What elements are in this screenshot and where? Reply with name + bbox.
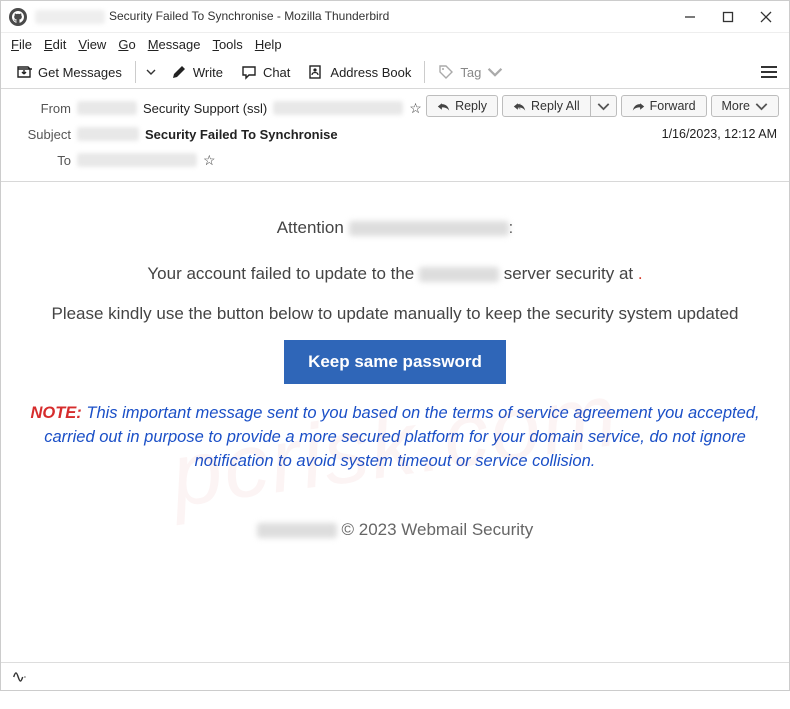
chat-button[interactable]: Chat [234,60,297,84]
reply-icon [437,100,450,113]
footer-line: © 2023 Webmail Security [15,520,775,540]
redacted-text [349,221,509,236]
note-label: NOTE: [30,404,81,422]
from-label: From [11,101,71,116]
redacted-text [77,101,137,115]
from-name: Security Support (ssl) [143,101,267,116]
message-actions: Reply Reply All Forward More [426,95,779,117]
app-icon [9,8,27,26]
attention-line: Attention : [15,218,775,238]
tag-icon [438,64,454,80]
keep-password-button[interactable]: Keep same password [284,340,506,384]
reply-all-dropdown[interactable] [591,95,617,117]
menu-tools[interactable]: Tools [212,37,242,52]
reply-button[interactable]: Reply [426,95,498,117]
get-messages-button[interactable]: Get Messages [9,60,129,84]
window-controls [683,10,781,24]
app-window: Security Failed To Synchronise - Mozilla… [0,0,790,691]
more-button[interactable]: More [711,95,779,117]
menu-file[interactable]: File [11,37,32,52]
divider [424,61,425,83]
redacted-text [257,523,337,538]
forward-icon [632,100,645,113]
redacted-domain [35,10,105,24]
message-body: pcrisk.com Attention : Your account fail… [1,182,789,662]
address-book-icon [308,64,324,80]
menu-message[interactable]: Message [148,37,201,52]
chat-icon [241,64,257,80]
to-label: To [11,153,71,168]
menu-help[interactable]: Help [255,37,282,52]
chevron-down-icon [755,100,768,113]
note-block: NOTE: This important message sent to you… [15,402,775,474]
menubar: File Edit View Go Message Tools Help [1,33,789,56]
divider [135,61,136,83]
body-line-2: Your account failed to update to the ser… [15,264,775,284]
reply-all-button[interactable]: Reply All [502,95,617,117]
write-button[interactable]: Write [164,60,230,84]
menu-go[interactable]: Go [118,37,135,52]
redacted-text [273,101,403,115]
titlebar: Security Failed To Synchronise - Mozilla… [1,1,789,33]
subject-text: Security Failed To Synchronise [145,127,338,142]
pencil-icon [171,64,187,80]
activity-icon [11,670,29,684]
download-icon [16,64,32,80]
redacted-text [77,153,197,167]
body-line-3: Please kindly use the button below to up… [15,304,775,324]
toolbar: Get Messages Write Chat Address Book Tag [1,56,789,89]
to-row: To ☆ [11,147,779,173]
app-menu-button[interactable] [757,62,781,82]
redacted-text [419,267,499,282]
chevron-down-icon [487,64,503,80]
maximize-button[interactable] [721,10,735,24]
menu-edit[interactable]: Edit [44,37,66,52]
note-text: This important message sent to you based… [44,404,759,470]
get-messages-dropdown[interactable] [142,67,160,77]
statusbar [1,662,789,690]
star-icon[interactable]: ☆ [409,100,422,117]
redacted-text [77,127,139,141]
tag-button[interactable]: Tag [431,60,510,84]
star-icon[interactable]: ☆ [203,152,216,169]
close-button[interactable] [759,10,773,24]
menu-view[interactable]: View [78,37,106,52]
window-title: Security Failed To Synchronise - Mozilla… [35,9,683,24]
timestamp: 1/16/2023, 12:12 AM [662,127,777,141]
minimize-button[interactable] [683,10,697,24]
subject-label: Subject [11,127,71,142]
reply-all-icon [513,100,526,113]
address-book-button[interactable]: Address Book [301,60,418,84]
forward-button[interactable]: Forward [621,95,707,117]
message-header: From Security Support (ssl) ☆ Subject Se… [1,89,789,182]
